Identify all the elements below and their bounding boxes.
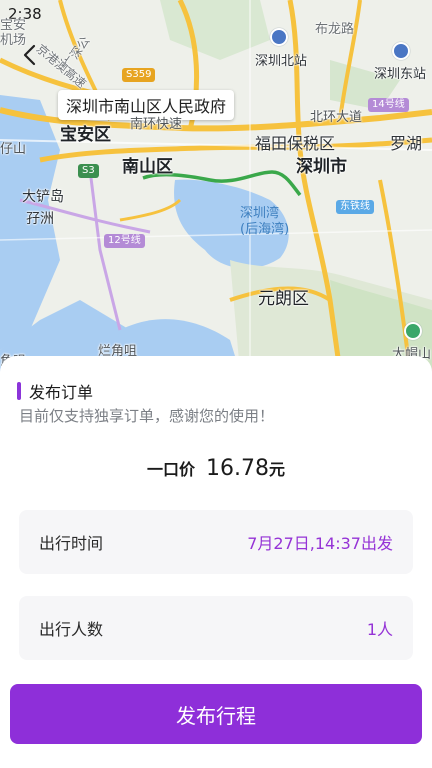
map-label-shenzhen-bay: 深圳湾 (后海湾) [240, 206, 290, 237]
map-label-zi-island: 孖洲 [26, 211, 54, 227]
departure-time-value[interactable]: 7月27日,14:37出发 [247, 530, 393, 554]
sheet-subtitle: 目前仅支持独享订单，感谢您的使用！ [19, 407, 275, 425]
map-label-shenzhen-east: 深圳东站 [374, 67, 427, 82]
app-root: 2:38 深圳市南山区人民政府 宝安 机场 广深公 京港澳高速 S359 深圳北… [0, 0, 432, 768]
road-tag-line14: 14号线 [368, 98, 409, 112]
map-label-shenzhen-city: 深圳市 [296, 157, 347, 177]
map-label-nanhuan: 南环快速 [130, 117, 183, 132]
map-label-nanshan-district: 南山区 [122, 157, 173, 177]
map-label-bulong-road: 布龙路 [315, 22, 355, 37]
road-tag-east-rail: 东铁线 [336, 200, 374, 214]
map-label-shenzhen-north: 深圳北站 [255, 54, 308, 69]
road-tag-line12: 12号线 [104, 234, 145, 248]
map-label-luohu: 罗湖 [390, 134, 423, 153]
road-tag-s359: S359 [122, 68, 156, 82]
price-row: 一口价 16.78元 [0, 456, 432, 481]
passenger-count-row[interactable]: 出行人数 1人 [19, 596, 413, 660]
price-label: 一口价 [146, 460, 195, 479]
passenger-count-value[interactable]: 1人 [367, 616, 393, 640]
price-value: 16.78 [206, 456, 270, 481]
sheet-title: 发布订单 [29, 383, 94, 402]
order-sheet: 发布订单 目前仅支持独享订单，感谢您的使用！ 一口价 16.78元 出行时间 7… [0, 356, 432, 768]
map-label-yuen-long: 元朗区 [258, 289, 309, 309]
departure-time-label: 出行时间 [39, 534, 104, 553]
passenger-count-label: 出行人数 [39, 620, 104, 639]
map-label-lingding: 仔山 [0, 142, 27, 157]
train-station-icon [270, 28, 288, 46]
mountain-icon [404, 322, 422, 340]
map-label-dachan-island: 大铲岛 [22, 189, 64, 205]
title-accent-bar [17, 382, 21, 400]
map-label-futian-bonded: 福田保税区 [255, 134, 336, 153]
map-view[interactable]: 2:38 深圳市南山区人民政府 宝安 机场 广深公 京港澳高速 S359 深圳北… [0, 0, 432, 372]
train-station-icon [392, 42, 410, 60]
sheet-header: 发布订单 [17, 379, 93, 403]
map-label-beihuan: 北环大道 [310, 110, 363, 125]
price-unit: 元 [269, 460, 286, 479]
road-tag-s3: S3 [78, 164, 99, 178]
departure-time-row[interactable]: 出行时间 7月27日,14:37出发 [19, 510, 413, 574]
map-label-baoan-airport: 宝安 机场 [0, 18, 27, 48]
publish-trip-button[interactable]: 发布行程 [10, 684, 422, 744]
map-label-baoan-district: 宝安区 [60, 125, 111, 145]
